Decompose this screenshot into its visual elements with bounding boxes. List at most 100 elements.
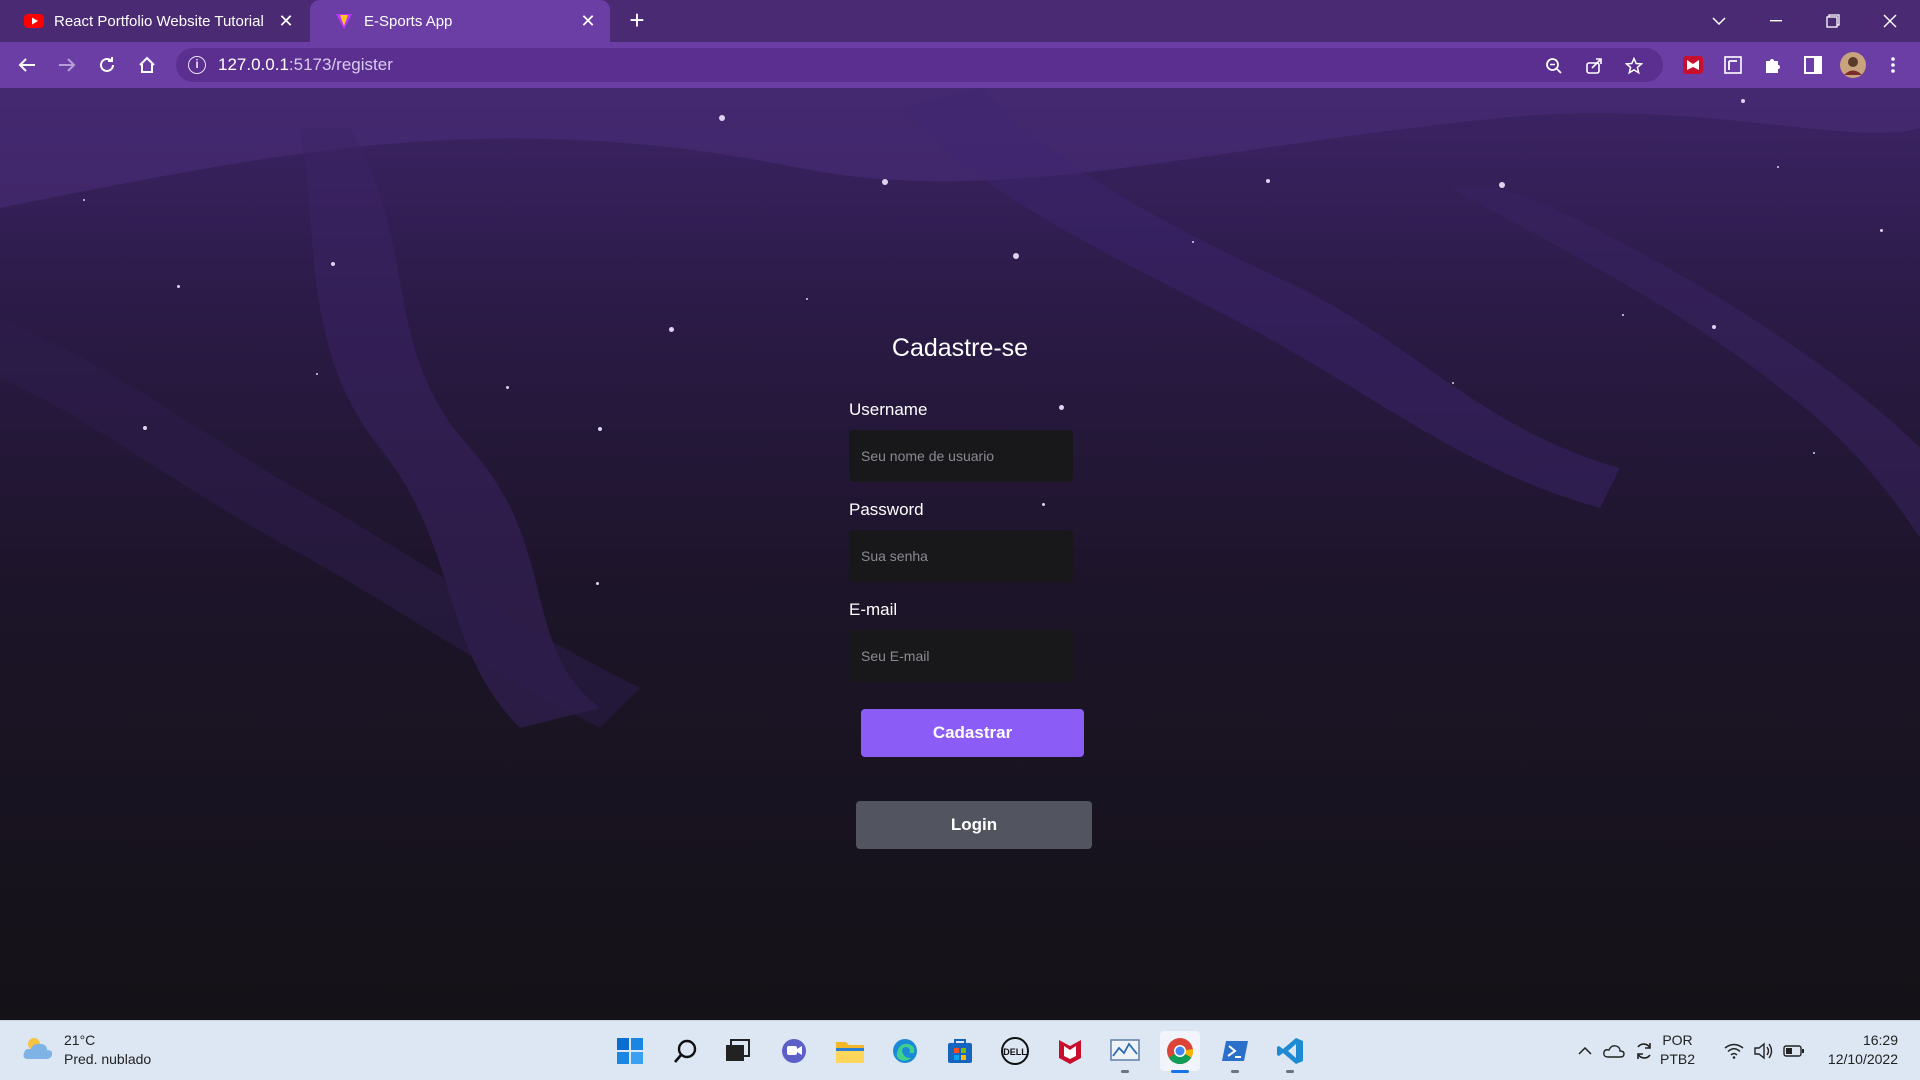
taskbar: 21°C Pred. nublado DELL POR PTB2 16:29 1… — [0, 1020, 1920, 1080]
reload-icon[interactable] — [92, 50, 122, 80]
sync-icon[interactable] — [1632, 1039, 1656, 1063]
edge-icon[interactable] — [885, 1031, 925, 1071]
star — [83, 199, 85, 201]
address-bar[interactable]: i 127.0.0.1:5173/register — [176, 48, 1663, 82]
tab-search-chevron-icon[interactable] — [1691, 0, 1747, 42]
cloud-icon — [22, 1035, 54, 1066]
teams-chat-icon[interactable] — [774, 1031, 814, 1071]
url-path: :5173/register — [288, 55, 393, 74]
weather-temp: 21°C — [64, 1032, 96, 1048]
forward-arrow-icon[interactable] — [52, 50, 82, 80]
active-indicator — [1171, 1070, 1189, 1073]
close-window-button[interactable] — [1862, 0, 1918, 42]
star — [1777, 166, 1779, 168]
username-label: Username — [849, 400, 928, 419]
mcafee-extension-icon[interactable] — [1680, 52, 1706, 78]
bookmark-star-icon[interactable] — [1623, 55, 1645, 77]
youtube-icon — [24, 11, 44, 31]
home-icon[interactable] — [132, 50, 162, 80]
star — [1880, 229, 1883, 232]
star — [1013, 253, 1019, 259]
close-icon[interactable]: ✕ — [578, 11, 598, 31]
username-input[interactable] — [849, 430, 1073, 482]
share-icon[interactable] — [1583, 55, 1605, 77]
star — [806, 298, 808, 300]
star — [1741, 99, 1745, 103]
email-label: E-mail — [849, 600, 898, 619]
star — [669, 327, 674, 332]
weather-widget[interactable]: 21°C Pred. nublado — [22, 1031, 151, 1069]
chevron-up-icon[interactable] — [1573, 1039, 1597, 1063]
clock[interactable]: 16:29 12/10/2022 — [1820, 1031, 1898, 1069]
battery-icon[interactable] — [1782, 1039, 1806, 1063]
mcafee-icon[interactable] — [1050, 1031, 1090, 1071]
page-title: Cadastre-se — [891, 334, 1029, 362]
back-arrow-icon[interactable] — [12, 50, 42, 80]
tab-title: React Portfolio Website Tutorial | — [54, 12, 269, 30]
avatar[interactable] — [1840, 52, 1866, 78]
star — [1499, 182, 1505, 188]
tab-esports-app[interactable]: E-Sports App ✕ — [310, 0, 610, 42]
clock-date: 12/10/2022 — [1827, 1051, 1898, 1067]
password-label: Password — [849, 500, 924, 519]
register-button[interactable]: Cadastrar — [861, 709, 1084, 757]
side-panel-icon[interactable] — [1800, 52, 1826, 78]
star — [331, 262, 335, 266]
star — [1813, 452, 1815, 454]
start-button[interactable] — [610, 1031, 650, 1071]
new-tab-button[interactable]: + — [624, 7, 650, 34]
volume-icon[interactable] — [1751, 1039, 1775, 1063]
tab-react-portfolio[interactable]: React Portfolio Website Tutorial | ✕ — [0, 0, 308, 42]
language-indicator[interactable]: POR PTB2 — [1660, 1031, 1695, 1069]
language-code: POR — [1662, 1032, 1693, 1048]
zoom-icon[interactable] — [1543, 55, 1565, 77]
extension-icon[interactable] — [1720, 52, 1746, 78]
search-icon[interactable] — [666, 1031, 706, 1071]
microsoft-store-icon[interactable] — [940, 1031, 980, 1071]
clock-time: 16:29 — [1862, 1032, 1898, 1048]
running-indicator — [1231, 1070, 1239, 1073]
star — [598, 427, 602, 431]
login-button[interactable]: Login — [856, 801, 1092, 849]
more-menu-icon[interactable] — [1880, 52, 1906, 78]
keyboard-layout: PTB2 — [1660, 1051, 1696, 1067]
vscode-icon[interactable] — [1270, 1031, 1310, 1073]
puzzle-icon[interactable] — [1760, 52, 1786, 78]
restore-button[interactable] — [1805, 0, 1861, 42]
star — [177, 285, 180, 288]
star — [143, 426, 147, 430]
star — [596, 582, 599, 585]
site-info-icon[interactable]: i — [188, 56, 206, 74]
running-indicator — [1121, 1070, 1129, 1073]
running-indicator — [1286, 1070, 1294, 1073]
minimize-button[interactable] — [1748, 0, 1804, 42]
tab-title: E-Sports App — [364, 12, 453, 30]
close-icon[interactable]: ✕ — [276, 11, 296, 31]
star — [1266, 179, 1270, 183]
svg-text:DELL: DELL — [1003, 1047, 1027, 1057]
browser-toolbar: i 127.0.0.1:5173/register — [0, 42, 1920, 88]
page-background: Cadastre-se Username Password E-mail Cad… — [0, 88, 1920, 1020]
star — [1452, 382, 1454, 384]
url-host: 127.0.0.1 — [218, 55, 289, 74]
monitor-app-icon[interactable] — [1105, 1031, 1145, 1073]
dell-icon[interactable]: DELL — [995, 1031, 1035, 1071]
star — [1059, 405, 1064, 410]
star — [1622, 314, 1624, 316]
star — [1042, 503, 1045, 506]
chrome-icon[interactable] — [1160, 1031, 1200, 1073]
powershell-icon[interactable] — [1215, 1031, 1255, 1073]
star — [882, 179, 888, 185]
star — [719, 115, 725, 121]
wifi-icon[interactable] — [1722, 1039, 1746, 1063]
star — [316, 373, 318, 375]
star — [1192, 241, 1194, 243]
star — [506, 386, 509, 389]
browser-tab-bar: React Portfolio Website Tutorial | ✕ E-S… — [0, 0, 1920, 42]
task-view-icon[interactable] — [718, 1031, 758, 1071]
file-explorer-icon[interactable] — [830, 1031, 870, 1071]
weather-desc: Pred. nublado — [64, 1051, 152, 1067]
onedrive-icon[interactable] — [1602, 1039, 1626, 1063]
email-input[interactable] — [849, 630, 1073, 682]
password-input[interactable] — [849, 530, 1073, 582]
